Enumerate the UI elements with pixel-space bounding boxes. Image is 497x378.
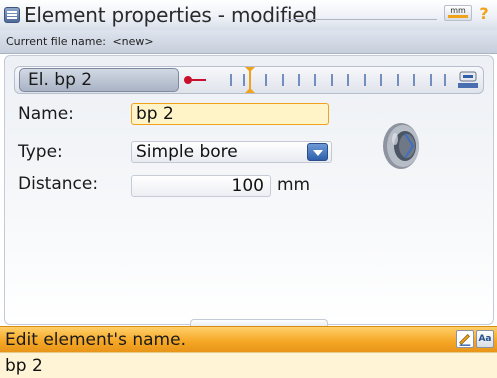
title-divider <box>285 19 437 20</box>
element-position-track[interactable] <box>182 66 462 94</box>
distance-unit: mm <box>277 175 311 195</box>
ruler-icon[interactable] <box>457 70 479 90</box>
unit-badge[interactable]: mm <box>444 5 472 21</box>
status-message: Edit element's name. <box>5 330 186 350</box>
keyboard-icon[interactable]: Aa <box>476 330 494 348</box>
help-icon[interactable]: ? <box>475 5 493 23</box>
app-menu-icon[interactable] <box>4 7 20 23</box>
element-selector-button[interactable]: El. bp 2 <box>19 68 179 92</box>
name-input[interactable]: bp 2 <box>131 103 329 125</box>
edit-icon[interactable] <box>456 330 474 348</box>
file-bar: Current file name: <new> <box>0 30 497 54</box>
simple-bore-icon <box>383 123 419 169</box>
chevron-down-icon[interactable] <box>307 143 328 161</box>
distance-input[interactable]: 100 <box>131 175 271 197</box>
track-ticks <box>230 74 446 86</box>
window-title: Element properties - modified <box>24 3 317 27</box>
title-bar: Element properties - modified mm ? <box>0 0 497 30</box>
element-marker-icon <box>184 76 206 84</box>
type-label: Type: <box>18 142 63 162</box>
text-entry-line[interactable]: bp 2 <box>0 352 497 378</box>
status-bar: Edit element's name. <box>0 326 497 352</box>
file-name-label: Current file name: <new> <box>6 35 154 48</box>
distance-label: Distance: <box>18 174 99 194</box>
name-label: Name: <box>18 104 74 124</box>
current-position-cursor[interactable] <box>245 67 255 93</box>
file-name-value: <new> <box>112 35 154 48</box>
file-name-caption: Current file name: <box>6 35 106 48</box>
type-select[interactable]: Simple bore <box>131 141 332 163</box>
text-entry-value: bp 2 <box>5 356 43 376</box>
